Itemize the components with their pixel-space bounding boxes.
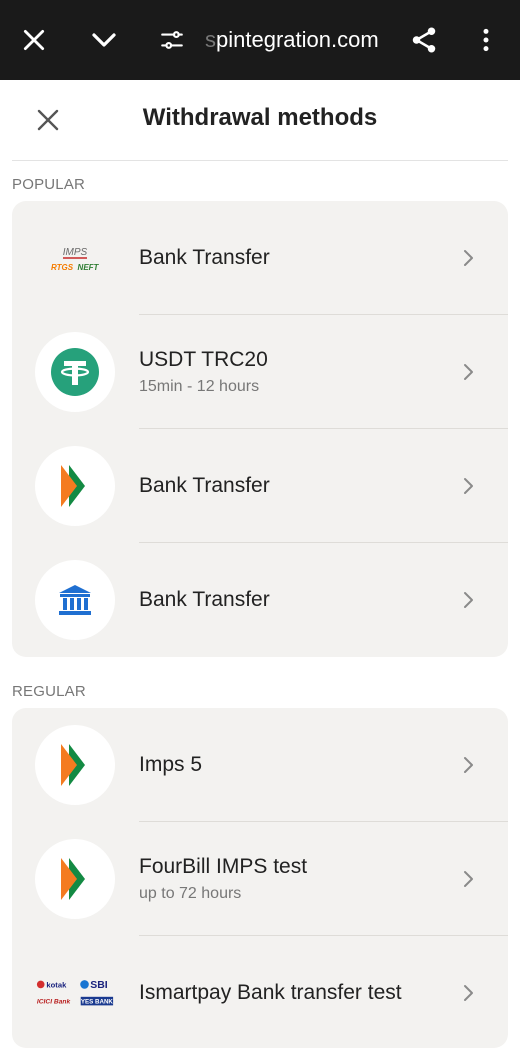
bhim-icon	[35, 839, 115, 919]
tether-icon	[35, 332, 115, 412]
rtgs-text: RTGS	[51, 263, 74, 272]
method-name: Bank Transfer	[139, 246, 270, 269]
icici-text: ICICI Bank	[37, 998, 71, 1005]
imps-text: IMPS	[63, 247, 88, 258]
share-icon[interactable]	[404, 20, 444, 60]
neft-text: NEFT	[78, 263, 100, 272]
url-prefix: s	[205, 27, 216, 52]
method-name: Ismartpay Bank transfer test	[139, 981, 402, 1004]
popular-methods-card: IMPS RTGS NEFT Bank Transfer USDT TRC20 …	[12, 201, 508, 657]
close-icon[interactable]	[14, 20, 54, 60]
chevron-right-icon	[464, 985, 473, 1001]
method-name: Bank Transfer	[139, 474, 270, 497]
url-domain: pintegration.com	[216, 27, 379, 52]
list-item[interactable]: kotak SBI ICICI Bank YES BANK Ismartpay …	[12, 936, 508, 1048]
list-item[interactable]: Bank Transfer	[12, 429, 508, 543]
bhim-icon	[35, 446, 115, 526]
chevron-right-icon	[464, 757, 473, 773]
section-label-popular: POPULAR	[12, 176, 86, 193]
browser-toolbar: spintegration.com	[0, 0, 520, 80]
list-item[interactable]: FourBill IMPS test up to 72 hours	[12, 822, 508, 936]
chevron-right-icon	[464, 364, 473, 380]
bank-logos-icon: kotak SBI ICICI Bank YES BANK	[35, 953, 115, 1033]
method-name: USDT TRC20	[139, 348, 268, 371]
bhim-icon	[35, 725, 115, 805]
method-name: Imps 5	[139, 753, 203, 776]
method-duration: 15min - 12 hours	[139, 378, 260, 395]
header-divider	[12, 160, 508, 161]
bank-building-icon	[35, 560, 115, 640]
method-name: Bank Transfer	[139, 588, 270, 611]
sbi-text: SBI	[90, 980, 108, 991]
imps-rtgs-neft-logo: IMPS RTGS NEFT	[35, 218, 115, 298]
chevron-right-icon	[464, 871, 473, 887]
method-duration: up to 72 hours	[139, 885, 242, 902]
url-bar[interactable]: spintegration.com	[205, 24, 379, 56]
kotak-text: kotak	[46, 980, 67, 989]
list-item[interactable]: USDT TRC20 15min - 12 hours	[12, 315, 508, 429]
chevron-right-icon	[464, 592, 473, 608]
list-item[interactable]: Imps 5	[12, 708, 508, 822]
page-title: Withdrawal methods	[142, 104, 378, 131]
chevron-right-icon	[464, 250, 473, 266]
method-name: FourBill IMPS test	[139, 855, 308, 878]
chevron-down-icon[interactable]	[84, 20, 124, 60]
list-item[interactable]: Bank Transfer	[12, 543, 508, 657]
regular-methods-card: Imps 5 FourBill IMPS test up to 72 hours…	[12, 708, 508, 1048]
section-label-regular: REGULAR	[12, 683, 86, 700]
tune-icon[interactable]	[152, 20, 192, 60]
page-header: Withdrawal methods	[0, 80, 520, 160]
more-vert-icon[interactable]	[466, 20, 506, 60]
chevron-right-icon	[464, 478, 473, 494]
yes-bank-text: YES BANK	[81, 998, 114, 1005]
list-item[interactable]: IMPS RTGS NEFT Bank Transfer	[12, 201, 508, 315]
